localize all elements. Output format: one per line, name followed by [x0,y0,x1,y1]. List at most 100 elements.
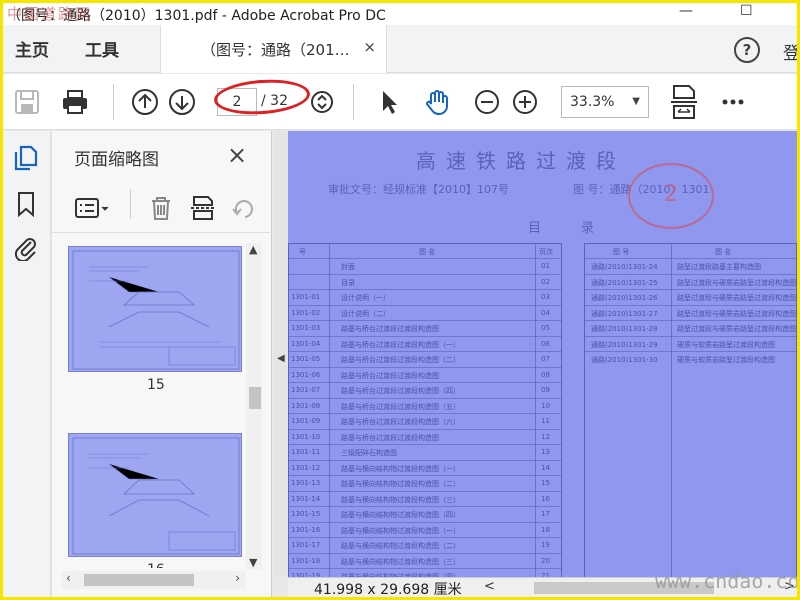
row-page-number: 06 [541,339,550,348]
table-row: 1301-06 路基与桥台过渡段过渡段构造图 08 [289,366,561,382]
row-figure-number: 通路(2010)1301-27 [591,309,658,318]
thumbnail-vertical-scrollbar[interactable]: ▲ ▼ [246,243,262,569]
table-row: 1301-08 路基与桥台过渡段过渡段构造图（五） 10 [289,397,561,413]
table-header: 页次 [539,248,553,256]
row-figure-name: 路堑过渡段与硬质岩路堑过渡段构造图 [677,278,796,287]
close-panel-icon[interactable]: × [227,141,247,169]
navigation-rail [3,131,51,597]
row-figure-name: 路基与桥台过渡段过渡段构造图（四） [341,387,460,395]
row-page-number: 14 [541,463,550,472]
rotate-icon[interactable] [230,195,256,221]
close-tab-icon[interactable]: × [363,38,376,56]
toolbar-divider [113,84,114,120]
help-icon[interactable]: ? [734,37,760,63]
row-figure-number: 1301-11 [291,448,321,456]
row-figure-number: 1301-15 [291,510,321,518]
table-row: 通路(2010)1301-29 硬质与软质岩路堑过渡段构造图 [585,335,796,351]
row-figure-name: 设计说明（一） [341,294,390,302]
row-figure-number: 1301-03 [291,324,321,332]
panel-collapse-handle[interactable]: ◀ [274,131,288,577]
scrollbar-thumb[interactable] [249,387,261,409]
extract-pages-icon[interactable] [190,195,216,221]
scrollbar-thumb[interactable] [84,574,194,586]
zoom-in-icon[interactable] [511,88,539,116]
previous-page-icon[interactable] [131,88,159,116]
minimize-button[interactable]: — [679,3,693,19]
tab-document[interactable]: （图号：通路（201… × [160,25,387,73]
more-tools-icon[interactable] [719,88,747,116]
zoom-level-value: 33.3% [570,94,615,110]
row-figure-name: 路基与横向结构物过渡段构造图（三） [341,557,460,566]
table-header: 图 名 [715,248,732,256]
page-thumbnails-icon[interactable] [13,145,39,171]
delete-icon[interactable] [148,195,174,221]
scroll-right-icon[interactable]: › [235,571,240,585]
document-tab-label: （图号：通路（201… [201,41,350,59]
row-figure-name: 路基与桥台过渡段过渡段构造图（五） [341,402,460,411]
table-row: 通路(2010)1301-25 路堑过渡段与硬质岩路堑过渡段构造图 [585,273,796,289]
row-figure-name: 路基与桥台过渡段过渡段构造图（一） [341,340,460,349]
panel-title: 页面缩略图 [74,150,159,170]
row-page-number: 16 [541,494,550,503]
scroll-down-icon[interactable]: ▼ [249,556,257,569]
table-row: 1301-02 设计说明（二） 04 [289,304,561,320]
highlight-annotation-ellipse [212,76,312,118]
table-row: 1301-16 路基与横向结构物过渡段构造图（一） 18 [289,521,561,537]
row-figure-number: 1301-05 [291,355,321,363]
next-page-icon[interactable] [168,88,196,116]
scroll-mode-icon[interactable] [308,88,336,116]
scroll-left-icon[interactable]: ‹ [66,571,71,585]
tab-home[interactable]: 主页 [15,36,49,61]
table-row: 通路(2010)1301-27 路堑过渡段与硬质岩路堑过渡段构造图 [585,304,796,320]
tab-bar: 主页 工具 （图号：通路（201… × ? 登 [3,25,800,73]
document-view[interactable]: 高速铁路过渡段 审批文号：经规标准【2010】107号 图 号：通路（2010）… [288,131,797,577]
collapse-left-icon: ◀ [277,353,285,364]
page-thumbnail[interactable] [68,246,242,372]
login-button[interactable]: 登 [783,39,800,64]
row-page-number: 18 [541,525,550,534]
bookmarks-icon[interactable] [13,191,39,217]
main-toolbar: 2 / 32 33.3% ▼ [3,74,797,130]
save-icon[interactable] [13,88,41,116]
print-icon[interactable] [61,88,89,116]
scroll-left-icon[interactable]: < [484,579,495,594]
contents-title: 目录 [528,221,635,236]
table-row: 1301-04 路基与桥台过渡段过渡段构造图（一） 06 [289,335,561,351]
row-figure-number: 通路(2010)1301-28 [591,325,658,333]
zoom-level-select[interactable]: 33.3% ▼ [561,86,649,118]
document-approval-number: 审批文号：经规标准【2010】107号 [328,183,509,196]
select-cursor-icon[interactable] [375,88,403,116]
row-figure-number: 1301-14 [291,494,321,503]
thumbnail-options-icon[interactable] [74,195,114,221]
row-page-number: 05 [541,324,550,332]
row-figure-name: 路堑过渡段路基主要构造图 [677,263,761,271]
zoom-out-icon[interactable] [473,88,501,116]
page-thumbnails-panel: 页面缩略图 × 15 ▲ ▼ ‹ › [52,131,272,597]
scroll-up-icon[interactable]: ▲ [249,243,257,256]
title-bar: （图号：通路（2010）1301.pdf - Adobe Acrobat Pro… [3,3,797,25]
table-header: 图 名 [419,248,436,256]
row-page-number: 13 [541,448,550,456]
contents-table-right: 图 号 图 名 通路(2010)1301-24 路堑过渡段路基主要构造图 通路(20… [584,243,797,577]
page-dimensions: 41.998 x 29.698 厘米 [314,582,462,598]
thumbnail-horizontal-scrollbar[interactable]: ‹ › [62,571,246,589]
seal-stamp: 2 [628,163,714,229]
table-row: 1301-03 路基与桥台过渡段过渡段构造图 05 [289,320,561,335]
row-figure-number: 通路(2010)1301-26 [591,294,658,302]
page-thumbnail[interactable] [68,433,242,557]
row-figure-number: 1301-09 [291,417,321,425]
fit-page-icon[interactable] [669,84,699,120]
hand-tool-icon[interactable] [423,88,451,116]
row-page-number: 11 [541,417,550,425]
row-page-number: 07 [541,355,550,363]
tab-tools[interactable]: 工具 [85,36,119,61]
attachments-icon[interactable] [13,235,39,261]
row-page-number: 09 [541,386,550,394]
maximize-button[interactable]: ☐ [740,3,753,19]
row-page-number: 20 [541,556,550,565]
row-figure-number: 1301-07 [291,386,321,394]
row-page-number: 10 [541,401,550,410]
row-figure-name: 目录 [341,278,355,287]
row-figure-name: 硬质与软质岩路堑过渡段构造图 [677,356,775,364]
row-figure-number: 1301-08 [291,401,321,410]
